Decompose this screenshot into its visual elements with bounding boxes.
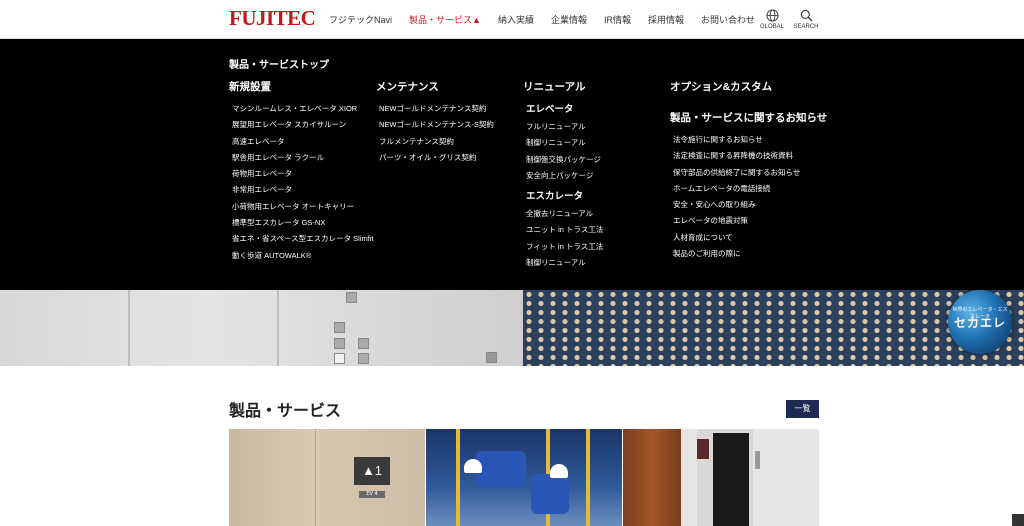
menu-item[interactable]: 人材育成について	[673, 230, 827, 246]
menu-item[interactable]: フルメンテナンス契約	[379, 134, 494, 150]
menu-item[interactable]: 小荷物用エレベータ オートキャリー	[232, 199, 374, 215]
search-button[interactable]: SEARCH	[786, 9, 826, 30]
menu-col-maintenance: メンテナンス NEWゴールドメンテナンス契約 NEWゴールドメンテナンス-S契約…	[376, 79, 494, 166]
menu-heading-product-notices[interactable]: 製品・サービスに関するお知らせ	[670, 110, 827, 125]
site-header: FUJITEC フジテックNavi 製品・サービス▲ 納入実績 企業情報 IR情…	[0, 0, 1024, 39]
fujitec-logo[interactable]: FUJITEC	[229, 6, 316, 31]
nav-contact[interactable]: お問い合わせ	[701, 13, 755, 26]
view-all-button[interactable]: 一覧	[786, 400, 819, 418]
nav-recruitment[interactable]: 採用情報	[648, 13, 684, 26]
menu-item[interactable]: エレベータの地震対策	[673, 213, 827, 229]
menu-col-renewal: リニューアル エレベータ フルリニューアル 制御リニューアル 制御盤交換パッケー…	[523, 79, 603, 271]
hero-elevator-panel-image	[0, 290, 523, 366]
menu-item[interactable]: ホームエレベータの電話接続	[673, 181, 827, 197]
nav-products-services[interactable]: 製品・サービス▲	[409, 13, 481, 26]
menu-item[interactable]: 制御リニューアル	[526, 255, 603, 271]
menu-item[interactable]: 高速エレベータ	[232, 134, 374, 150]
nav-delivery-record[interactable]: 納入実績	[498, 13, 534, 26]
menu-item[interactable]: NEWゴールドメンテナンス契約	[379, 101, 494, 117]
menu-item[interactable]: 駅舎用エレベータ ラクール	[232, 150, 374, 166]
scroll-to-top-button[interactable]	[1012, 514, 1024, 526]
menu-heading-renewal[interactable]: リニューアル	[523, 79, 603, 94]
global-label: GLOBAL	[759, 24, 784, 30]
search-label: SEARCH	[793, 24, 819, 30]
menu-item[interactable]: 制御盤交換パッケージ	[526, 152, 603, 168]
menu-item[interactable]: 法定検査に関する昇降機の技術資料	[673, 148, 827, 164]
menu-item[interactable]: 安全・安心への取り組み	[673, 197, 827, 213]
menu-item[interactable]: 省エネ・省スペース型エスカレータ Slimfit	[232, 231, 374, 247]
menu-item[interactable]: 動く歩道 AUTOWALK®	[232, 248, 374, 264]
floor-indicator-sign: ▲1	[354, 457, 390, 485]
products-top-link[interactable]: 製品・サービストップ	[229, 56, 329, 71]
menu-item[interactable]: フィット in トラス工法	[526, 239, 603, 255]
product-card-elevator-hall[interactable]: ▲1 EV 4	[229, 429, 425, 526]
sekaere-badge-title[interactable]: セカエレ	[948, 314, 1012, 331]
menu-item[interactable]: マシンルームレス・エレベータ XIOR	[232, 101, 374, 117]
menu-heading-new-installation[interactable]: 新規設置	[229, 79, 374, 94]
menu-item[interactable]: パーツ・オイル・グリス契約	[379, 150, 494, 166]
menu-item[interactable]: 荷物用エレベータ	[232, 166, 374, 182]
elevator-plate: EV 4	[359, 491, 385, 498]
menu-item[interactable]: 制御リニューアル	[526, 135, 603, 151]
menu-col-new-installation: 新規設置 マシンルームレス・エレベータ XIOR 展望用エレベータ スカイサルー…	[229, 79, 374, 264]
product-card-maintenance-workers[interactable]	[426, 429, 622, 526]
search-icon	[800, 9, 813, 22]
global-nav: フジテックNavi 製品・サービス▲ 納入実績 企業情報 IR情報 採用情報 お…	[329, 13, 772, 26]
nav-company-info[interactable]: 企業情報	[551, 13, 587, 26]
menu-item[interactable]: 保守部品の供給終了に関するお知らせ	[673, 165, 827, 181]
product-card-elevator-door[interactable]	[623, 429, 819, 526]
menu-item[interactable]: ユニット in トラス工法	[526, 222, 603, 238]
menu-col-options: オプション&カスタム 製品・サービスに関するお知らせ 法令施行に関するお知らせ …	[670, 79, 827, 262]
nav-fujitec-navi[interactable]: フジテックNavi	[329, 13, 392, 26]
menu-item[interactable]: 安全向上パッケージ	[526, 168, 603, 184]
menu-item[interactable]: 法令施行に関するお知らせ	[673, 132, 827, 148]
products-mega-menu: 製品・サービストップ 新規設置 マシンルームレス・エレベータ XIOR 展望用エ…	[0, 39, 1024, 290]
menu-subheading-elevator[interactable]: エレベータ	[526, 101, 603, 115]
menu-item[interactable]: NEWゴールドメンテナンス-S契約	[379, 117, 494, 133]
menu-item[interactable]: 非常用エレベータ	[232, 182, 374, 198]
products-section-title: 製品・サービス	[229, 403, 342, 420]
menu-item[interactable]: 製品のご利用の際に	[673, 246, 827, 262]
globe-icon	[765, 9, 779, 22]
menu-item[interactable]: 全撤去リニューアル	[526, 206, 603, 222]
menu-heading-options-custom[interactable]: オプション&カスタム	[670, 79, 827, 94]
menu-item[interactable]: 標準型エスカレータ GS-NX	[232, 215, 374, 231]
menu-item[interactable]: 展望用エレベータ スカイサルーン	[232, 117, 374, 133]
menu-heading-maintenance[interactable]: メンテナンス	[376, 79, 494, 94]
nav-ir-info[interactable]: IR情報	[604, 13, 631, 26]
menu-item[interactable]: フルリニューアル	[526, 119, 603, 135]
menu-subheading-escalator[interactable]: エスカレータ	[526, 188, 603, 202]
